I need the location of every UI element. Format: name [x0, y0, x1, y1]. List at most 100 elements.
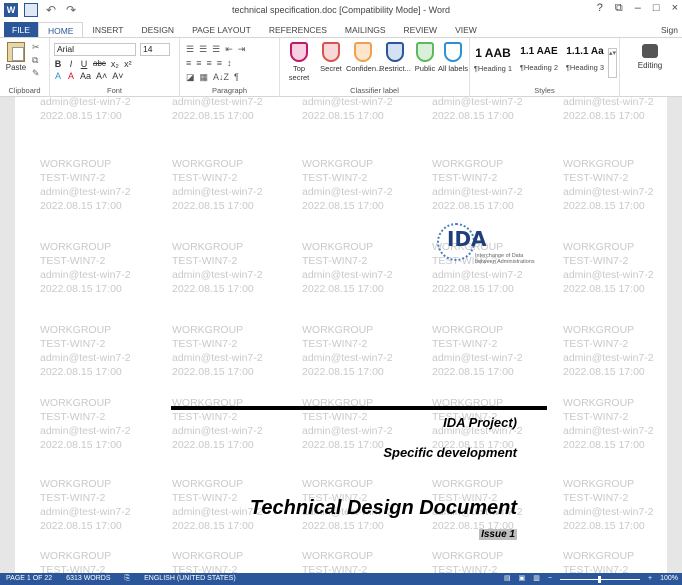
cut-icon[interactable]: ✂ [32, 42, 40, 53]
zoom-level[interactable]: 100% [660, 573, 678, 585]
shield-icon [444, 42, 462, 62]
watermark-line: WORKGROUP [40, 397, 112, 409]
watermark-line: WORKGROUP [432, 550, 504, 562]
classifier-restricted-button[interactable]: Restrict... [378, 42, 412, 73]
watermark-line: WORKGROUP [563, 397, 635, 409]
style-heading-1[interactable]: 1 AAB ¶Heading 1 [470, 46, 516, 73]
page-count[interactable]: PAGE 1 OF 22 [6, 573, 52, 585]
grow-font-button[interactable]: A˄ [96, 71, 107, 81]
decrease-indent-icon[interactable]: ⇤ [225, 44, 233, 55]
minimize-button[interactable]: – [635, 2, 641, 15]
watermark-line: 2022.08.15 17:00 [432, 110, 514, 122]
font-format-row: B I U abc x₂ x² [54, 59, 132, 69]
zoom-slider[interactable] [560, 575, 640, 583]
increase-indent-icon[interactable]: ⇥ [238, 44, 246, 55]
zoom-slider-thumb[interactable] [598, 575, 601, 583]
tab-file[interactable]: FILE [4, 22, 38, 38]
watermark-line: TEST-WIN7-2 [40, 255, 106, 267]
style-heading-2[interactable]: 1.1 AAE ¶Heading 2 [516, 46, 562, 72]
print-layout-icon[interactable]: ▣ [519, 573, 526, 585]
ribbon-display-icon[interactable]: ⧉ [615, 2, 623, 15]
sign-in-link[interactable]: Sign [661, 25, 678, 35]
watermark-line: admin@test-win7-2 [432, 97, 523, 108]
maximize-button[interactable]: □ [653, 2, 660, 15]
font-color-button[interactable]: A [67, 71, 75, 81]
format-painter-icon[interactable]: ✎ [32, 68, 40, 79]
font-name-select[interactable]: Arial [54, 43, 136, 56]
zoom-out-button[interactable]: − [548, 573, 552, 585]
tab-mailings[interactable]: MAILINGS [336, 22, 395, 38]
align-right-icon[interactable]: ≡ [207, 58, 212, 68]
shading-icon[interactable]: ◪ [186, 72, 195, 83]
bullets-icon[interactable]: ☰ [186, 44, 194, 55]
word-count[interactable]: 6313 WORDS [66, 573, 110, 585]
paragraph-label: Paragraph [211, 86, 248, 95]
classifier-confidential-button[interactable]: Confiden... [346, 42, 382, 73]
watermark-line: admin@test-win7-2 [563, 186, 654, 198]
show-marks-icon[interactable]: ¶ [234, 72, 239, 83]
classifier-secret-button[interactable]: Secret [314, 42, 348, 73]
paste-button[interactable]: Paste [4, 42, 28, 72]
document-area[interactable]: WORKGROUP TEST-WIN7-2 admin@test-win7-2 202… [0, 97, 682, 573]
line-spacing-icon[interactable]: ↕ [227, 58, 232, 68]
align-center-icon[interactable]: ≡ [196, 58, 201, 68]
proofing-icon[interactable]: ⎘ [125, 573, 131, 585]
bold-button[interactable]: B [54, 59, 62, 69]
development-subtitle: Specific development [383, 445, 517, 460]
watermark-line: 2022.08.15 17:00 [172, 200, 254, 212]
watermark-line: TEST-WIN7-2 [563, 338, 629, 350]
tab-design[interactable]: DESIGN [132, 22, 183, 38]
change-case-button[interactable]: Aa [80, 71, 91, 81]
watermark-line: TEST-WIN7-2 [40, 172, 106, 184]
style-heading-3[interactable]: 1.1.1 Aa ¶Heading 3 [562, 46, 608, 72]
styles-more-button[interactable]: ▴▾ [608, 48, 617, 78]
align-left-icon[interactable]: ≡ [186, 58, 191, 68]
tab-references[interactable]: REFERENCES [260, 22, 336, 38]
text-effects-button[interactable]: A [54, 71, 62, 81]
read-mode-icon[interactable]: ▤ [504, 573, 511, 585]
editing-button[interactable]: Editing [634, 44, 666, 70]
watermark-line: WORKGROUP [172, 158, 244, 170]
sort-icon[interactable]: A↓Z [213, 72, 229, 83]
font-color-row: A A Aa A˄ A˅ [54, 71, 124, 81]
multilevel-list-icon[interactable]: ☰ [212, 44, 220, 55]
watermark-line: 2022.08.15 17:00 [40, 366, 122, 378]
watermark-block: WORKGROUPTEST-WIN7-2admin@test-win7-2202… [302, 97, 393, 123]
borders-icon[interactable]: ▦ [200, 72, 209, 83]
font-size-select[interactable]: 14 [140, 43, 170, 56]
tab-review[interactable]: REVIEW [395, 22, 447, 38]
watermark-block: WORKGROUPTEST-WIN7-2admin@test-win7-2202… [40, 477, 131, 533]
document-page[interactable]: WORKGROUP TEST-WIN7-2 admin@test-win7-2 202… [15, 97, 667, 573]
classifier-all-labels-button[interactable]: All labels [436, 42, 470, 73]
language-indicator[interactable]: ENGLISH (UNITED STATES) [144, 573, 236, 585]
numbering-icon[interactable]: ☰ [199, 44, 207, 55]
web-layout-icon[interactable]: ▥ [533, 573, 540, 585]
strikethrough-button[interactable]: abc [93, 59, 106, 69]
italic-button[interactable]: I [67, 59, 75, 69]
watermark-line: 2022.08.15 17:00 [563, 110, 645, 122]
tab-page-layout[interactable]: PAGE LAYOUT [183, 22, 260, 38]
clipboard-group: Paste ✂ ⧉ ✎ Clipboard [0, 38, 50, 97]
justify-icon[interactable]: ≡ [217, 58, 222, 68]
close-button[interactable]: × [672, 2, 678, 15]
shrink-font-button[interactable]: A˅ [112, 71, 123, 81]
ribbon: Paste ✂ ⧉ ✎ Clipboard Arial 14 B I U abc… [0, 37, 682, 97]
superscript-button[interactable]: x² [124, 59, 132, 69]
style-sample-text: 1.1 AAE [520, 46, 558, 57]
window-title: technical specification.doc [Compatibili… [232, 5, 450, 15]
watermark-line: 2022.08.15 17:00 [432, 283, 514, 295]
watermark-line: WORKGROUP [172, 550, 244, 562]
subscript-button[interactable]: x₂ [111, 59, 119, 69]
watermark-line: 2022.08.15 17:00 [302, 520, 384, 532]
watermark-block: WORKGROUPTEST-WIN7-2admin@test-win7-2202… [40, 396, 131, 452]
copy-icon[interactable]: ⧉ [32, 55, 38, 66]
tab-insert[interactable]: INSERT [83, 22, 132, 38]
classifier-top-secret-button[interactable]: Top secret [282, 42, 316, 82]
watermark-block: WORKGROUPTEST-WIN7-2admin@test-win7-2202… [302, 549, 393, 573]
tab-home[interactable]: HOME [37, 22, 84, 38]
tab-view[interactable]: VIEW [446, 22, 486, 38]
watermark-line: TEST-WIN7-2 [563, 564, 629, 573]
underline-button[interactable]: U [80, 59, 88, 69]
zoom-in-button[interactable]: + [648, 573, 652, 585]
help-icon[interactable]: ? [597, 2, 603, 15]
